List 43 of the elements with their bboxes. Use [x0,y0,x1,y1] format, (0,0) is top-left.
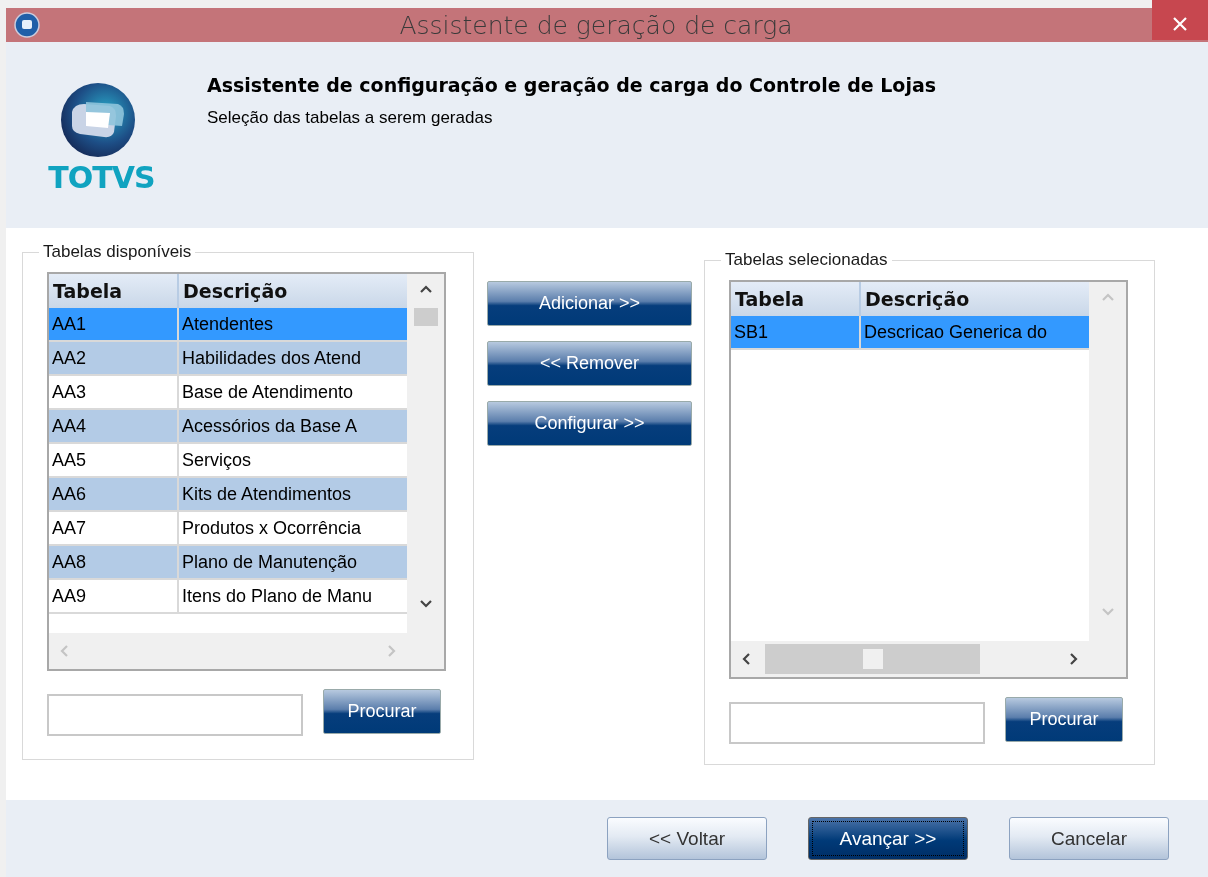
table-cell[interactable]: AA6 [49,478,179,512]
action-button[interactable]: Adicionar >> [487,281,692,326]
column-header[interactable]: Tabela [731,282,861,316]
close-button[interactable] [1152,0,1208,40]
search-field[interactable] [47,694,303,736]
column-header[interactable]: Descrição [179,274,407,308]
nav-button[interactable]: Avançar >> [808,817,968,860]
horizontal-scrollbar[interactable] [731,641,1089,677]
window-title: Assistente de geração de carga [398,10,794,40]
table-cell[interactable]: AA8 [49,546,179,580]
logo-text: TOTVS [48,160,155,195]
action-button[interactable]: << Remover [487,341,692,386]
table-cell[interactable]: Atendentes [179,308,407,342]
nav-button[interactable]: << Voltar [607,817,767,860]
table-cell[interactable]: Habilidades dos Atend [179,342,407,376]
search-button[interactable]: Procurar [1005,697,1123,742]
search-field[interactable] [729,702,985,744]
group-label: Tabelas disponíveis [42,242,193,262]
wizard-title: Assistente de configuração e geração de carga do Controle de Lojas [207,74,937,96]
table-cell[interactable]: AA4 [49,410,179,444]
table-cell[interactable]: SB1 [731,316,861,350]
table-cell[interactable]: AA5 [49,444,179,478]
group-label: Tabelas selecionadas [724,250,889,270]
app-icon [14,12,40,38]
scroll-thumb[interactable] [765,644,980,674]
nav-button[interactable]: Cancelar [1009,817,1169,860]
wizard-subtitle: Seleção das tabelas a serem geradas [207,108,494,128]
table-cell[interactable]: AA1 [49,308,179,342]
table-cell[interactable]: AA3 [49,376,179,410]
column-header[interactable]: Tabela [49,274,179,308]
table-cell[interactable]: Kits de Atendimentos [179,478,407,512]
table-cell[interactable]: Descricao Generica do [861,316,1089,350]
table-cell[interactable]: AA7 [49,512,179,546]
table-cell[interactable]: AA9 [49,580,179,614]
search-button[interactable]: Procurar [323,689,441,734]
vertical-scrollbar[interactable] [407,274,444,633]
table-cell[interactable]: Plano de Manutenção [179,546,407,580]
scroll-thumb[interactable] [413,308,438,326]
action-button[interactable]: Configurar >> [487,401,692,446]
close-icon [1173,17,1187,31]
table-cell[interactable]: Acessórios da Base A [179,410,407,444]
table-cell[interactable]: AA2 [49,342,179,376]
column-header[interactable]: Descrição [861,282,1089,316]
